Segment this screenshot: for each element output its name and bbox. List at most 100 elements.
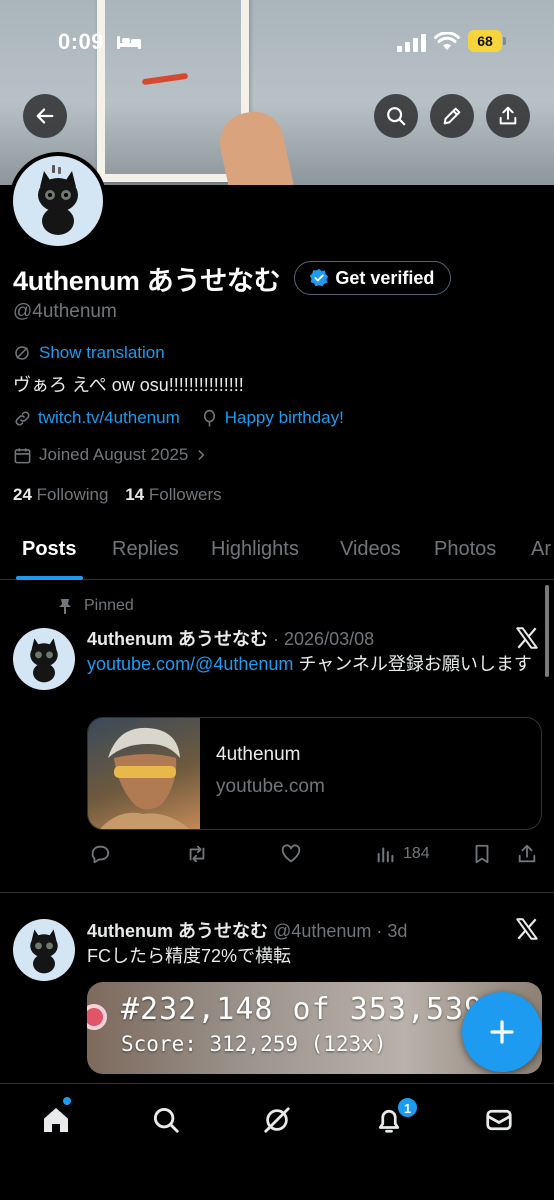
- black-cat-avatar: [30, 638, 58, 683]
- profile-handle: @4uthenum: [13, 301, 117, 322]
- chevron-right-icon: [198, 450, 205, 460]
- follow-stats: 24 Following 14 Followers: [13, 485, 222, 505]
- reply-icon: [91, 845, 110, 864]
- arrow-left-icon: [36, 108, 54, 124]
- show-translation-label: Show translation: [39, 343, 165, 362]
- calendar-icon: [14, 447, 31, 463]
- nav-home[interactable]: [38, 1102, 74, 1138]
- get-verified-button[interactable]: Get verified: [294, 261, 452, 295]
- post-divider: [0, 892, 554, 893]
- x-logo-icon[interactable]: [514, 625, 540, 651]
- joined-row[interactable]: Joined August 2025: [13, 445, 208, 465]
- share-post-button[interactable]: [516, 840, 538, 868]
- x-logo-icon[interactable]: [514, 916, 540, 942]
- home-notification-dot: [63, 1097, 71, 1105]
- tab-photos[interactable]: Photos: [434, 538, 496, 561]
- card-thumbnail: [88, 718, 200, 829]
- back-button[interactable]: [23, 94, 67, 138]
- profile-bio: ヴぁろ えぺ ow osu!!!!!!!!!!!!!!!: [13, 375, 244, 395]
- verified-badge-icon: [310, 268, 329, 287]
- show-translation-link[interactable]: Show translation: [13, 343, 165, 363]
- search-button[interactable]: [374, 94, 418, 138]
- mail-icon: [486, 1109, 512, 1131]
- views-count: 184: [403, 845, 430, 862]
- plus-icon: [490, 1020, 514, 1044]
- profile-page: 0:09 68 4uthenum あうせなむ Get verified @4ut…: [0, 0, 554, 1200]
- sleep-focus-icon: [117, 36, 141, 49]
- post-author-name[interactable]: 4uthenum あうせなむ: [87, 921, 268, 941]
- followers-count: 14: [125, 485, 145, 504]
- status-bar: 0:09 68: [0, 24, 554, 64]
- share-icon: [518, 844, 536, 863]
- bookmark-button[interactable]: [471, 840, 493, 868]
- tab-highlights[interactable]: Highlights: [211, 538, 299, 561]
- profile-avatar[interactable]: [9, 152, 107, 250]
- tab-posts[interactable]: Posts: [22, 538, 76, 561]
- post-actions: 184: [87, 840, 542, 868]
- joined-date: Joined August 2025: [39, 445, 189, 464]
- nav-search[interactable]: [148, 1102, 184, 1138]
- nav-grok[interactable]: [259, 1102, 295, 1138]
- profile-tabs: Posts Replies Highlights Videos Photos A…: [0, 530, 554, 580]
- battery-tip: [503, 37, 506, 45]
- tab-replies[interactable]: Replies: [112, 538, 179, 561]
- battery-level: 68: [468, 30, 502, 52]
- cellular-signal-icon: [397, 34, 426, 52]
- reply-button[interactable]: [89, 840, 111, 868]
- scrollbar[interactable]: [545, 585, 549, 677]
- birthday-label[interactable]: Happy birthday!: [225, 408, 344, 428]
- share-icon: [499, 106, 517, 125]
- link-preview-card[interactable]: 4uthenum youtube.com: [87, 717, 542, 830]
- following-label: Following: [36, 485, 109, 504]
- repost-button[interactable]: [185, 840, 209, 868]
- views-button[interactable]: 184: [375, 840, 430, 868]
- like-button[interactable]: [279, 840, 303, 868]
- following-link[interactable]: 24 Following: [13, 485, 108, 504]
- get-verified-label: Get verified: [335, 267, 435, 288]
- tab-videos[interactable]: Videos: [340, 538, 401, 561]
- post-author-name[interactable]: 4uthenum あうせなむ: [87, 629, 268, 649]
- followers-link[interactable]: 14 Followers: [125, 485, 221, 504]
- compose-button[interactable]: [462, 992, 542, 1072]
- media-score: Score: 312,259 (123x): [121, 1032, 387, 1056]
- post-text: FCしたら精度72%で横転: [87, 946, 292, 966]
- share-button[interactable]: [486, 94, 530, 138]
- repost-icon: [189, 845, 205, 863]
- post-link[interactable]: youtube.com/@4uthenum: [87, 654, 293, 674]
- profile-links-row: twitch.tv/4uthenum Happy birthday!: [13, 408, 344, 428]
- black-cat-avatar: [30, 929, 58, 974]
- post-avatar[interactable]: [13, 919, 75, 981]
- translate-icon: [15, 346, 29, 360]
- pin-icon: [59, 599, 71, 614]
- avatar-image: [13, 156, 103, 246]
- post-avatar[interactable]: [13, 628, 75, 690]
- heart-icon: [281, 844, 301, 863]
- post-body: チャンネル登録お願いします: [293, 654, 532, 674]
- profile-name-row: 4uthenum あうせなむ Get verified: [13, 260, 452, 296]
- profile-website-link[interactable]: twitch.tv/4uthenum: [38, 408, 180, 428]
- grok-icon: [264, 1107, 290, 1133]
- media-rank: #232,148 of 353,539: [121, 992, 484, 1027]
- notification-count-badge: 1: [397, 1097, 418, 1118]
- character-portrait: [99, 727, 190, 829]
- post-header: 4uthenum あうせなむ · 2026/03/08: [87, 625, 374, 651]
- edit-button[interactable]: [430, 94, 474, 138]
- card-domain: youtube.com: [216, 776, 325, 797]
- status-time: 0:09: [58, 29, 105, 54]
- bookmark-icon: [475, 844, 489, 864]
- nav-messages[interactable]: [481, 1102, 517, 1138]
- battery-indicator: 68: [468, 30, 508, 52]
- active-tab-indicator: [16, 576, 83, 580]
- post-handle-time: @4uthenum · 3d: [273, 921, 408, 941]
- pinned-label: Pinned: [84, 597, 134, 614]
- display-name: 4uthenum あうせなむ: [13, 265, 281, 296]
- black-cat-avatar: [38, 165, 78, 235]
- link-icon: [15, 410, 30, 426]
- tab-articles[interactable]: Ar: [531, 538, 551, 561]
- balloon-icon: [203, 409, 215, 426]
- following-count: 24: [13, 485, 32, 504]
- card-title: 4uthenum: [216, 744, 301, 765]
- media-circle: [87, 1004, 107, 1030]
- pinned-indicator: Pinned: [58, 597, 134, 615]
- post-header: 4uthenum あうせなむ @4uthenum · 3d: [87, 917, 407, 943]
